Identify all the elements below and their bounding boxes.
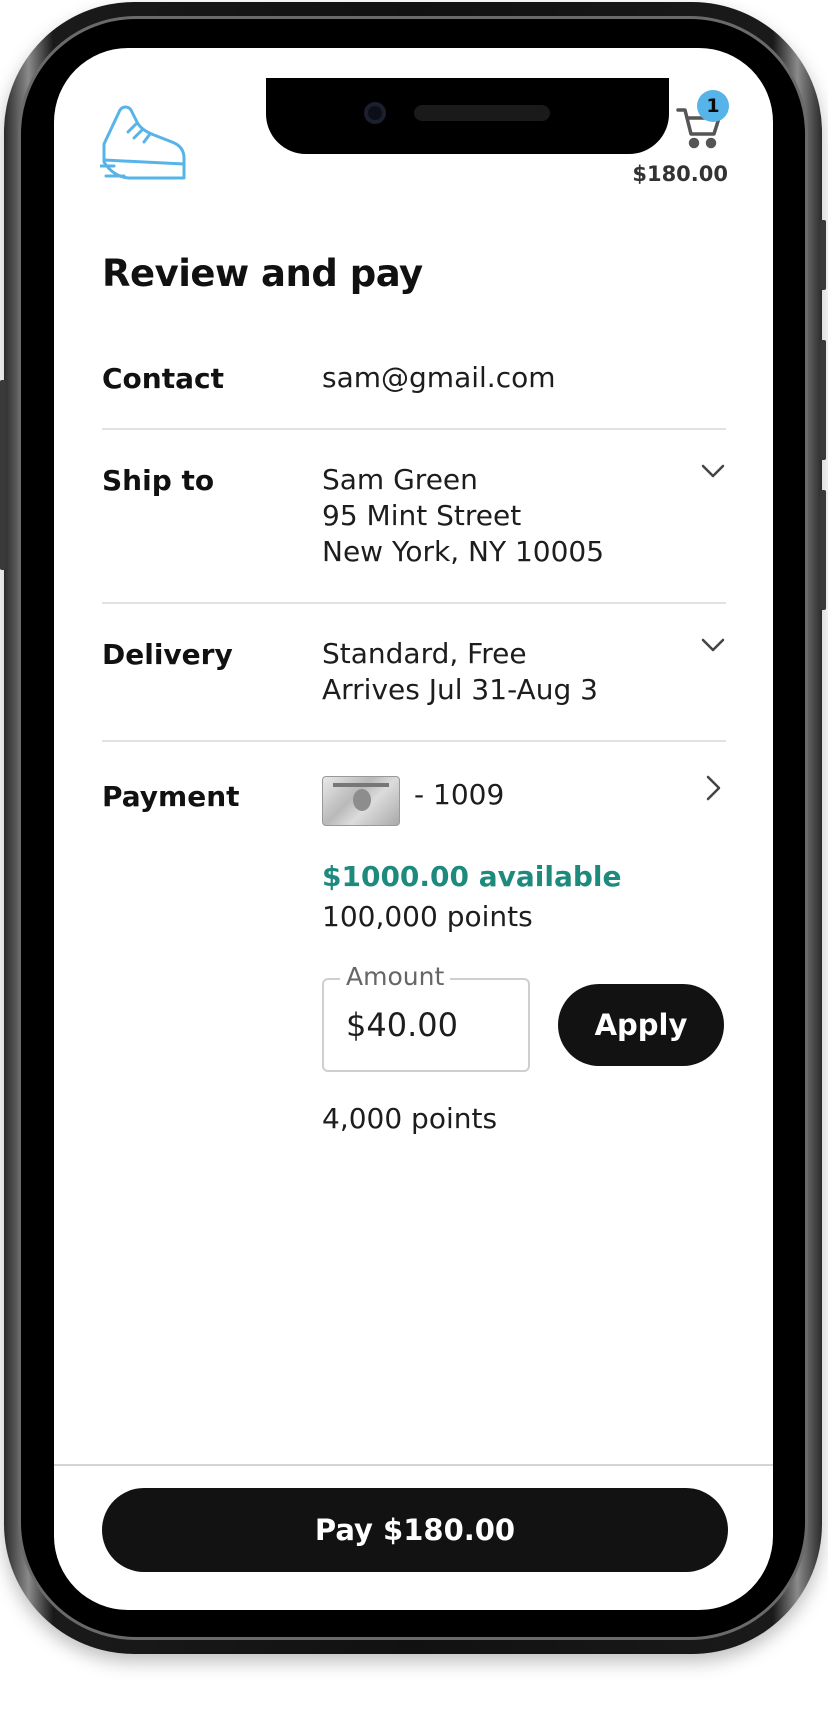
ship-to-address[interactable]: Sam Green 95 Mint Street New York, NY 10… xyxy=(322,462,604,570)
divider xyxy=(102,428,726,430)
phone-side-button xyxy=(0,380,6,570)
ship-to-expand-chevron-icon[interactable] xyxy=(700,462,726,480)
phone-side-button xyxy=(820,340,826,460)
amount-label: Amount xyxy=(340,962,451,991)
apply-button[interactable]: Apply xyxy=(558,984,724,1066)
sneaker-logo-icon[interactable] xyxy=(100,102,186,180)
delivery-label: Delivery xyxy=(102,638,233,671)
ship-to-city: New York, NY 10005 xyxy=(322,535,605,568)
cart-count-badge: 1 xyxy=(697,90,729,122)
divider xyxy=(102,740,726,742)
card-detail xyxy=(333,783,389,787)
delivery-arrival: Arrives Jul 31-Aug 3 xyxy=(322,673,598,706)
footer-divider xyxy=(54,1464,773,1466)
phone-side-button xyxy=(820,220,826,290)
delivery-expand-chevron-icon[interactable] xyxy=(700,636,726,654)
front-camera xyxy=(364,102,386,124)
payment-label: Payment xyxy=(102,780,240,813)
payment-chevron-right-icon[interactable] xyxy=(704,774,722,802)
amount-input[interactable] xyxy=(346,1006,516,1044)
available-balance: $1000.00 available xyxy=(322,860,622,893)
points-applied: 4,000 points xyxy=(322,1102,498,1135)
ship-to-name: Sam Green xyxy=(322,463,478,496)
points-balance: 100,000 points xyxy=(322,900,533,933)
delivery-method: Standard, Free xyxy=(322,637,527,670)
phone-notch xyxy=(266,78,669,154)
credit-card-icon[interactable] xyxy=(322,776,400,826)
cart-total: $180.00 xyxy=(632,162,728,186)
divider xyxy=(102,602,726,604)
ship-to-label: Ship to xyxy=(102,464,215,497)
card-last-four: - 1009 xyxy=(414,778,505,811)
phone-side-button xyxy=(820,490,826,610)
contact-label: Contact xyxy=(102,362,224,395)
earpiece-speaker xyxy=(414,105,550,121)
card-detail xyxy=(353,789,371,811)
pay-button[interactable]: Pay $180.00 xyxy=(102,1488,728,1572)
ship-to-street: 95 Mint Street xyxy=(322,499,522,532)
page-title: Review and pay xyxy=(102,252,423,295)
contact-email: sam@gmail.com xyxy=(322,361,556,394)
delivery-info[interactable]: Standard, Free Arrives Jul 31-Aug 3 xyxy=(322,636,598,708)
